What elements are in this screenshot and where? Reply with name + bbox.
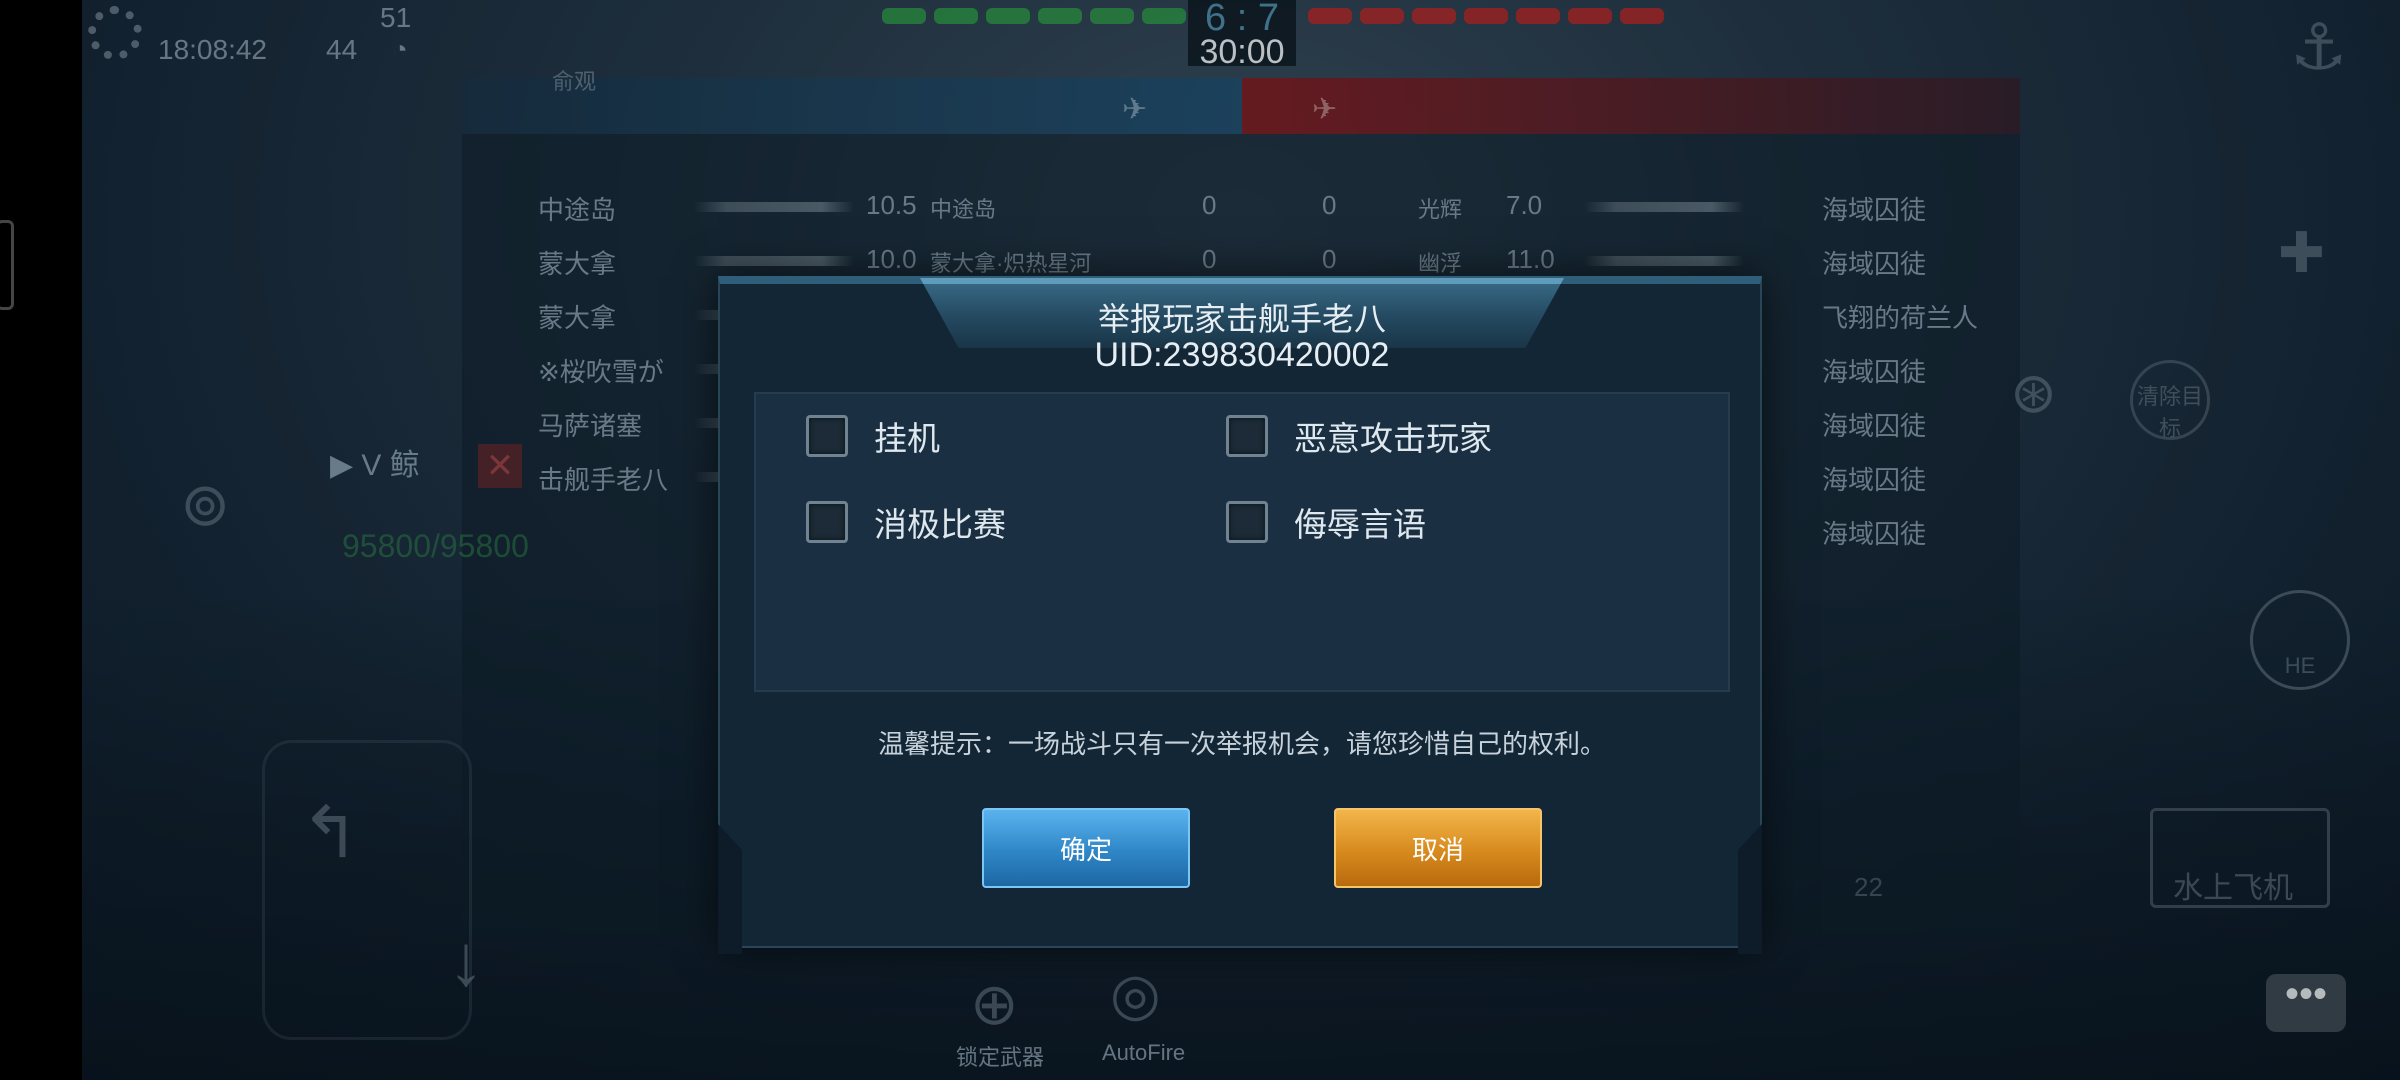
option-afk-checkbox[interactable] [806, 415, 848, 457]
option-passive-play[interactable]: 消极比赛 [806, 498, 1006, 546]
cancel-button[interactable]: 取消 [1334, 808, 1542, 888]
confirm-button[interactable]: 确定 [982, 808, 1190, 888]
dialog-uid: UID:239830420002 [1094, 336, 1390, 374]
confirm-button-label: 确定 [1059, 835, 1112, 866]
report-tip: 温馨提示：一场战斗只有一次举报机会，请您珍惜自己的权利。 [877, 730, 1606, 760]
option-insult-label: 侮辱言语 [1294, 505, 1426, 544]
dialog-title: 举报玩家击舰手老八 [1097, 300, 1386, 338]
option-malicious-attack[interactable]: 恶意攻击玩家 [1226, 412, 1492, 460]
option-insult[interactable]: 侮辱言语 [1226, 498, 1426, 546]
option-passive-play-checkbox[interactable] [806, 501, 848, 543]
cancel-button-label: 取消 [1411, 835, 1464, 866]
option-afk[interactable]: 挂机 [806, 412, 940, 460]
option-afk-label: 挂机 [874, 419, 940, 458]
option-passive-play-label: 消极比赛 [874, 505, 1006, 544]
option-insult-checkbox[interactable] [1226, 501, 1268, 543]
option-malicious-attack-checkbox[interactable] [1226, 415, 1268, 457]
report-options-panel: 挂机 恶意攻击玩家 消极比赛 侮辱言语 [754, 392, 1730, 692]
report-player-dialog: 举报玩家击舰手老八 UID:239830420002 挂机 恶意攻击玩家 消极比… [718, 276, 1762, 948]
option-malicious-attack-label: 恶意攻击玩家 [1294, 419, 1492, 458]
